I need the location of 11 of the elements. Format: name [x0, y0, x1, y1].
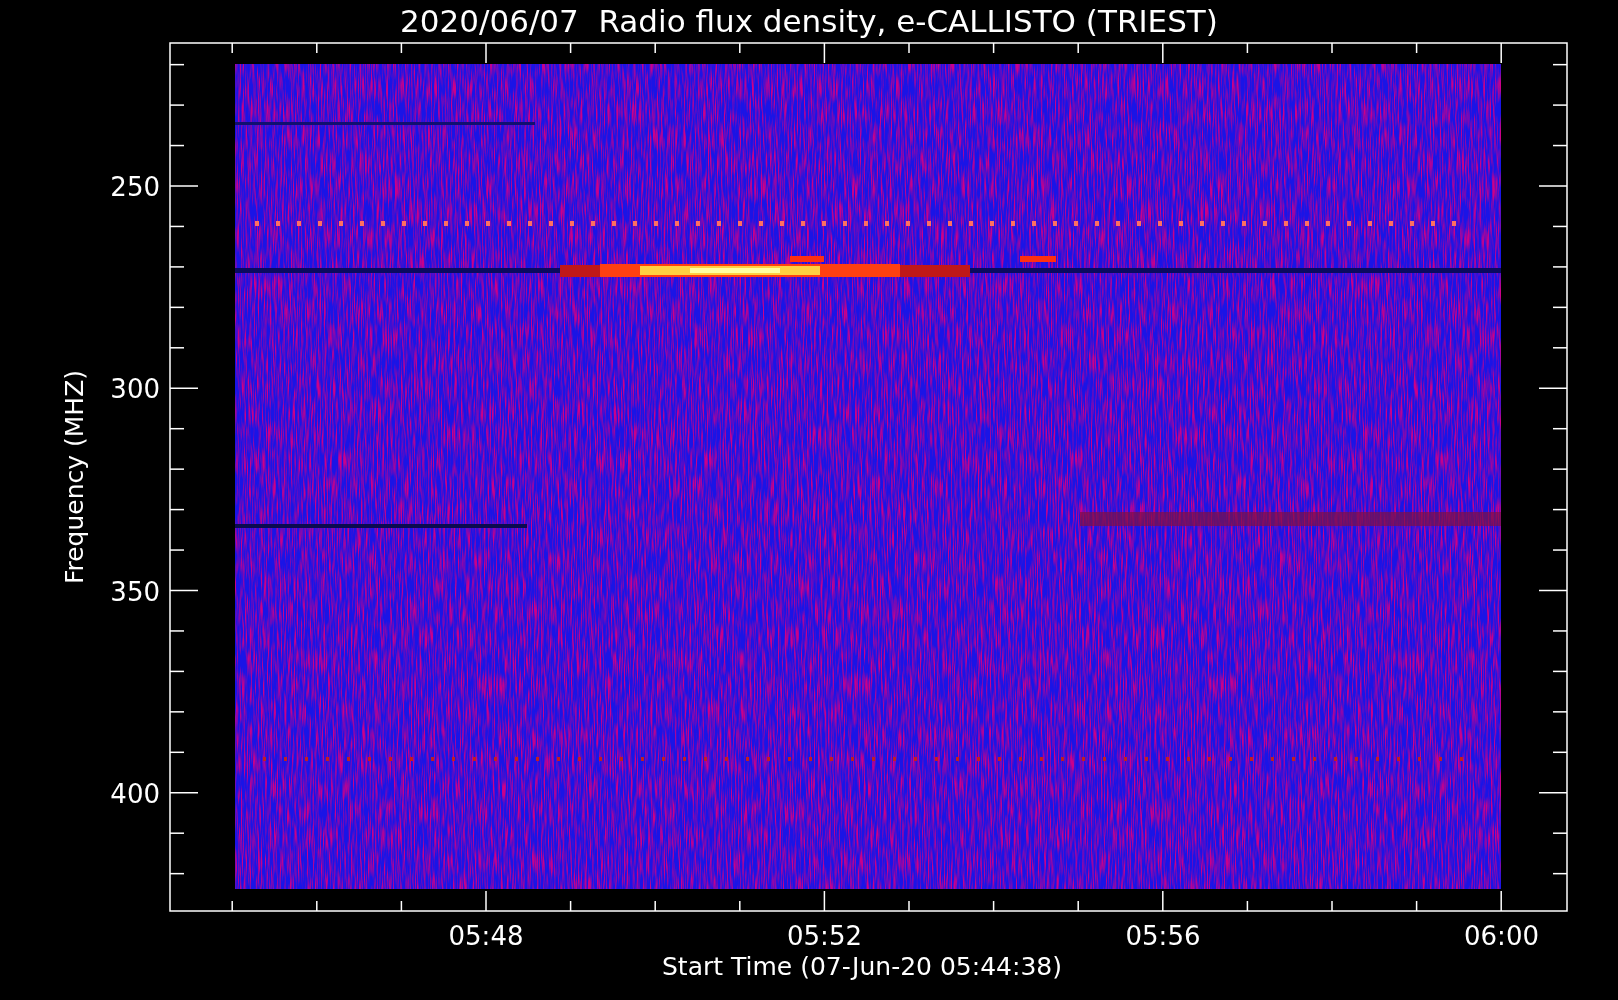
axis-label: Frequency (MHZ) — [60, 369, 89, 585]
tick-label: 06:00 — [1464, 921, 1539, 951]
tick-label: 300 — [110, 374, 160, 405]
tick-label: 05:56 — [1125, 921, 1201, 951]
tick-label: 05:48 — [448, 921, 524, 951]
axis-label: Start Time (07-Jun-20 05:44:38) — [662, 952, 1062, 981]
tick-label: 05:52 — [787, 921, 862, 951]
tick-label: 250 — [110, 172, 160, 202]
tick-label: 400 — [110, 778, 160, 809]
tick-label: 350 — [110, 576, 160, 607]
chart-title: 2020/06/07 Radio flux density, e-CALLISTO (TRIEST) — [400, 3, 1218, 39]
